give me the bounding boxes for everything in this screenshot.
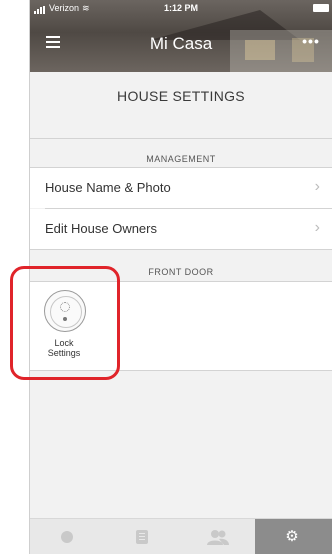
list-item-label: House Name & Photo <box>45 180 171 195</box>
guests-icon <box>207 530 229 545</box>
status-bar: Verizon ≋ 1:12 PM <box>30 0 332 16</box>
tab-bar: ⚙ <box>30 518 332 554</box>
status-time: 1:12 PM <box>163 3 198 13</box>
house-title: Mi Casa <box>149 34 213 53</box>
tab-activity[interactable] <box>105 519 180 554</box>
activity-icon <box>136 530 148 544</box>
tab-settings[interactable]: ⚙ <box>255 519 332 554</box>
home-icon <box>61 531 73 543</box>
battery-icon <box>313 4 329 12</box>
chevron-right-icon: › <box>314 178 320 195</box>
more-options-icon[interactable]: ••• <box>298 34 324 52</box>
edit-house-owners-item[interactable]: Edit House Owners › <box>30 209 332 249</box>
settings-gear-icon: ⚙ <box>285 528 299 545</box>
section-label-management: MANAGEMENT <box>146 154 216 164</box>
tab-guests[interactable] <box>180 519 255 554</box>
header: Verizon ≋ 1:12 PM Mi Casa ••• <box>30 0 332 72</box>
chevron-right-icon: › <box>314 219 320 236</box>
divider <box>30 138 332 139</box>
highlight-annotation <box>10 266 120 380</box>
list-item-label: Edit House Owners <box>45 221 157 236</box>
divider <box>30 249 332 250</box>
tab-home[interactable] <box>30 519 105 554</box>
page-title: HOUSE SETTINGS <box>117 88 245 104</box>
house-name-photo-item[interactable]: House Name & Photo › <box>30 168 332 208</box>
